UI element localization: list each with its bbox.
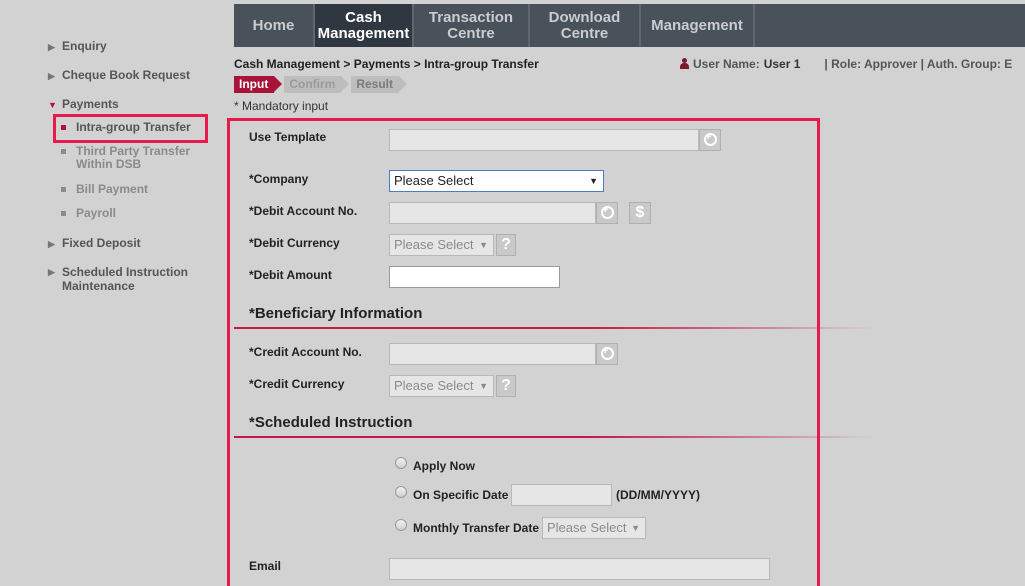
step-confirm: Confirm <box>284 76 350 93</box>
triangle-right-icon: ▶ <box>48 267 55 277</box>
debit-amount-label: *Debit Amount <box>249 268 332 282</box>
sidebar-item-fixed-deposit[interactable]: ▶ Fixed Deposit <box>48 236 141 250</box>
credit-account-input[interactable] <box>389 343 596 365</box>
beneficiary-section-title: *Beneficiary Information <box>249 305 423 322</box>
sidebar-item-cheque-book[interactable]: ▶ Cheque Book Request <box>48 68 190 82</box>
triangle-right-icon: ▶ <box>48 42 55 52</box>
user-icon <box>680 58 689 69</box>
step-result: Result <box>351 76 407 93</box>
use-template-label: Use Template <box>249 130 327 144</box>
sidebar-item-scheduled[interactable]: ▶ Scheduled Instruction Maintenance <box>48 265 198 293</box>
specific-date-input[interactable] <box>511 484 612 506</box>
section-divider <box>234 327 874 329</box>
triangle-right-icon: ▶ <box>48 239 55 249</box>
triangle-down-icon: ▼ <box>48 100 57 110</box>
template-lookup-icon[interactable] <box>699 129 721 151</box>
apply-now-label: Apply Now <box>413 459 475 473</box>
chevron-down-icon: ▼ <box>479 381 488 391</box>
progress-steps: Input Confirm Result <box>234 76 409 93</box>
step-input: Input <box>234 76 283 93</box>
email-input[interactable] <box>389 558 770 580</box>
email-label: Email <box>249 559 282 573</box>
sidebar-subitem-third-party[interactable]: Third Party Transfer Within DSB <box>61 145 206 171</box>
chevron-down-icon: ▼ <box>631 523 640 533</box>
date-format-hint: (DD/MM/YYYY) <box>616 488 700 502</box>
mandatory-note: * Mandatory input <box>234 99 329 113</box>
sidebar-subitem-bill-payment[interactable]: Bill Payment <box>61 183 148 196</box>
monthly-transfer-radio[interactable] <box>395 519 407 531</box>
sidebar-item-payments[interactable]: ▼ Payments <box>48 97 119 111</box>
nav-transaction-centre[interactable]: Transaction Centre <box>414 4 530 47</box>
nav-download-centre[interactable]: Download Centre <box>530 4 641 47</box>
bullet-icon <box>61 149 66 154</box>
debit-amount-input[interactable] <box>389 266 560 288</box>
credit-account-label: *Credit Account No. <box>249 345 362 359</box>
company-label: *Company <box>249 172 309 186</box>
nav-cash-management[interactable]: Cash Management <box>315 4 414 47</box>
debit-account-label: *Debit Account No. <box>249 204 358 218</box>
sidebar: ▶ Enquiry ▶ Cheque Book Request ▼ Payments … <box>0 0 225 586</box>
chevron-down-icon: ▼ <box>479 240 488 250</box>
user-info: User Name: User 1 | Role: Approver | Auth.… <box>680 57 1012 71</box>
breadcrumb: Cash Management > Payments > Intra-group… <box>234 57 539 71</box>
scheduled-section-title: *Scheduled Instruction <box>249 414 413 431</box>
help-icon[interactable]: ? <box>496 375 516 397</box>
nav-management[interactable]: Management <box>641 4 755 47</box>
specific-date-radio[interactable] <box>395 486 407 498</box>
company-select[interactable]: Please Select ▼ <box>389 170 604 192</box>
credit-account-lookup-icon[interactable] <box>596 343 618 365</box>
specific-date-label: On Specific Date <box>413 488 509 502</box>
section-divider <box>234 436 874 438</box>
credit-currency-label: *Credit Currency <box>249 377 345 391</box>
debit-currency-label: *Debit Currency <box>249 236 340 250</box>
sidebar-subitem-intra-group[interactable]: Intra-group Transfer <box>61 121 191 134</box>
use-template-input[interactable] <box>389 129 699 151</box>
dollar-icon[interactable]: $ <box>629 202 651 224</box>
sidebar-subitem-payroll[interactable]: Payroll <box>61 207 116 220</box>
transfer-form: Use Template *Company Please Select▼ *De… <box>227 118 874 586</box>
credit-currency-select[interactable]: Please Select ▼ <box>389 375 494 397</box>
chevron-down-icon: ▼ <box>589 176 598 186</box>
debit-account-input[interactable] <box>389 202 596 224</box>
triangle-right-icon: ▶ <box>48 71 55 81</box>
debit-currency-select[interactable]: Please Select ▼ <box>389 234 494 256</box>
monthly-transfer-select[interactable]: Please Select ▼ <box>542 517 646 539</box>
monthly-transfer-label: Monthly Transfer Date <box>413 521 540 535</box>
bullet-icon <box>61 187 66 192</box>
nav-home[interactable]: Home <box>234 4 315 47</box>
debit-account-lookup-icon[interactable] <box>596 202 618 224</box>
sidebar-item-enquiry[interactable]: ▶ Enquiry <box>48 39 107 53</box>
bullet-icon <box>61 125 66 130</box>
apply-now-radio[interactable] <box>395 457 407 469</box>
top-navigation: Home Cash Management Transaction Centre … <box>234 4 1025 47</box>
help-icon[interactable]: ? <box>496 234 516 256</box>
bullet-icon <box>61 211 66 216</box>
